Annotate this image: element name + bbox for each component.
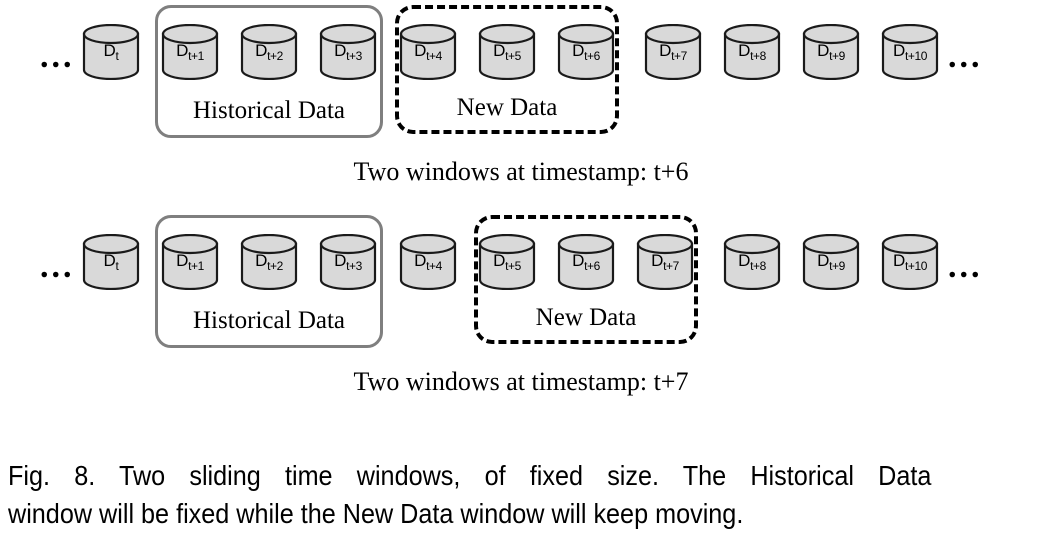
- data-cylinder: Dt+7: [644, 24, 702, 80]
- trailing-ellipsis-row2: ...: [948, 248, 983, 285]
- historical-data-window-label: Historical Data: [192, 307, 346, 334]
- data-cylinder: Dt+3: [319, 24, 377, 80]
- figure-caption: Fig. 8. Two sliding time windows, of fix…: [8, 457, 931, 533]
- data-cylinder: Dt+9: [802, 24, 860, 80]
- new-data-window-label: New Data: [456, 94, 558, 121]
- cylinder-label: Dt+4: [414, 41, 442, 63]
- cylinder-label: Dt+3: [334, 41, 362, 63]
- data-cylinder: Dt+4: [399, 24, 457, 80]
- cylinder-label: Dt: [103, 41, 119, 63]
- data-cylinder: Dt+10: [881, 24, 939, 80]
- data-cylinder: Dt+6: [557, 24, 615, 80]
- cylinder-label: Dt+8: [738, 251, 766, 273]
- historical-data-window-label: Historical Data: [192, 97, 346, 124]
- cylinder-label: Dt+2: [255, 251, 283, 273]
- data-cylinder: Dt+9: [802, 234, 860, 290]
- cylinder-label: Dt+4: [414, 251, 442, 273]
- data-cylinder: Dt+8: [723, 24, 781, 80]
- new-data-window-label: New Data: [535, 304, 637, 331]
- data-cylinder: Dt+3: [319, 234, 377, 290]
- leading-ellipsis-row2: ...: [40, 248, 75, 285]
- data-cylinder: Dt+5: [478, 24, 536, 80]
- data-cylinder: Dt+7: [636, 234, 694, 290]
- cylinder-label: Dt+9: [817, 251, 845, 273]
- data-cylinder: Dt+10: [881, 234, 939, 290]
- cylinder-label: Dt+3: [334, 251, 362, 273]
- cylinder-label: Dt+1: [176, 251, 204, 273]
- data-cylinder: Dt: [82, 234, 140, 290]
- figure-caption-line-1: Fig. 8. Two sliding time windows, of fix…: [8, 460, 932, 491]
- cylinder-label: Dt+5: [493, 251, 521, 273]
- cylinder-label: Dt: [103, 251, 119, 273]
- cylinder-label: Dt+5: [493, 41, 521, 63]
- data-cylinder: Dt+2: [240, 24, 298, 80]
- cylinder-label: Dt+8: [738, 41, 766, 63]
- cylinder-label: Dt+7: [659, 41, 687, 63]
- cylinder-label: Dt+10: [892, 41, 928, 63]
- cylinder-label: Dt+6: [572, 41, 600, 63]
- data-cylinder: Dt+8: [723, 234, 781, 290]
- diagram-row-timestamp-t6: Historical Data New Data ... Dt Dt+1 Dt+…: [0, 0, 1042, 210]
- data-cylinder: Dt+2: [240, 234, 298, 290]
- data-cylinder: Dt+5: [478, 234, 536, 290]
- cylinder-label: Dt+9: [817, 41, 845, 63]
- data-cylinder: Dt+6: [557, 234, 615, 290]
- leading-ellipsis-row1: ...: [40, 38, 75, 75]
- data-cylinder: Dt: [82, 24, 140, 80]
- cylinder-label: Dt+7: [651, 251, 679, 273]
- cylinder-label: Dt+6: [572, 251, 600, 273]
- cylinder-label: Dt+2: [255, 41, 283, 63]
- cylinder-label: Dt+10: [892, 251, 928, 273]
- trailing-ellipsis-row1: ...: [948, 38, 983, 75]
- cylinder-label: Dt+1: [176, 41, 204, 63]
- diagram-row-timestamp-t7: Historical Data New Data ... Dt Dt+1 Dt+…: [0, 210, 1042, 420]
- row-caption-timestamp-t7: Two windows at timestamp: t+7: [353, 367, 689, 396]
- data-cylinder: Dt+4: [399, 234, 457, 290]
- data-cylinder: Dt+1: [161, 234, 219, 290]
- figure-caption-line-2: window will be fixed while the New Data …: [8, 498, 744, 529]
- row-caption-timestamp-t6: Two windows at timestamp: t+6: [353, 157, 689, 186]
- figure-sliding-time-windows: Historical Data New Data ... Dt Dt+1 Dt+…: [0, 0, 1042, 550]
- data-cylinder: Dt+1: [161, 24, 219, 80]
